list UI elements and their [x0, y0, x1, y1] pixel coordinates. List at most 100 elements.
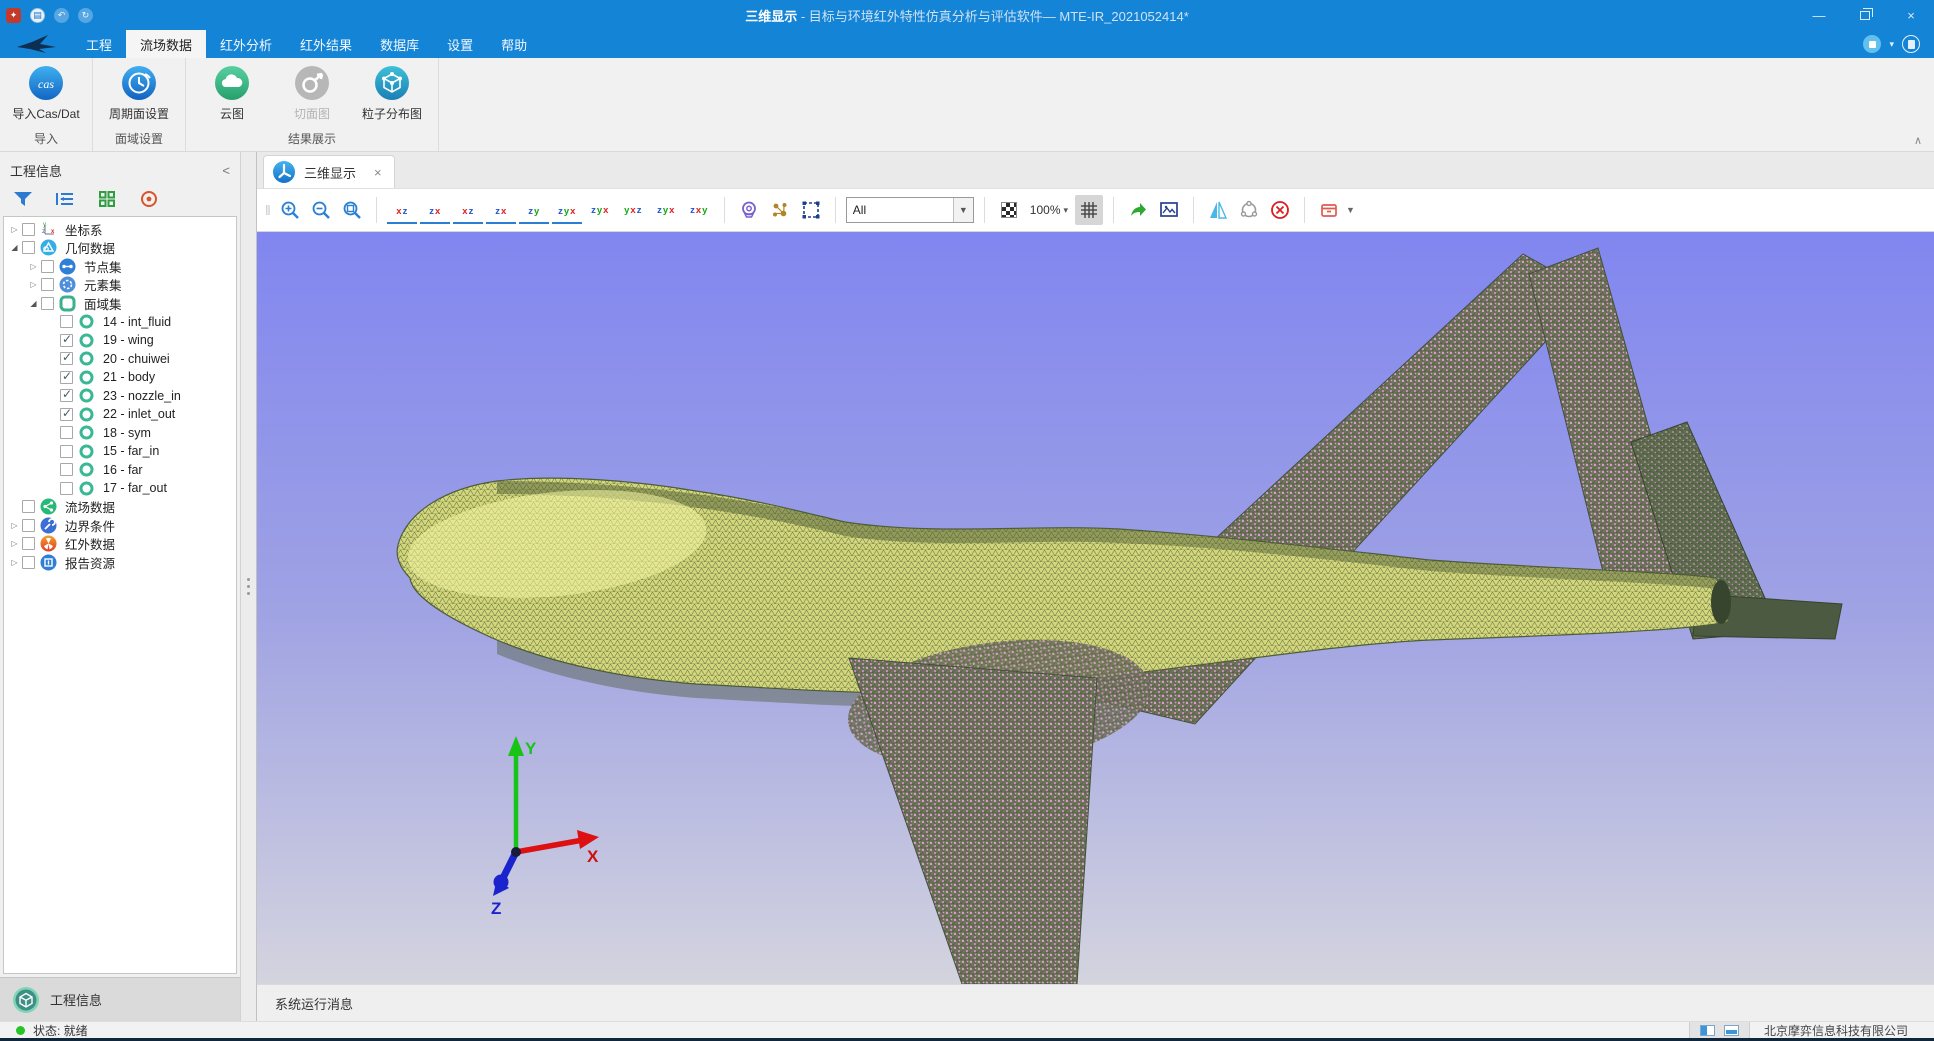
menu-item-帮助[interactable]: 帮助 [487, 30, 541, 58]
toolbar-drag-handle[interactable]: ‖ [265, 202, 269, 218]
panel-collapse-button[interactable]: < [222, 163, 230, 178]
close-button[interactable]: × [1888, 0, 1934, 30]
tree-row[interactable]: ▷节点集 [4, 257, 236, 276]
zoom-level-dropdown[interactable]: 100%▾ [1026, 203, 1072, 217]
tree-row[interactable]: ◢几何数据 [4, 239, 236, 258]
view-orientation-zx-icon[interactable]: zx [420, 196, 450, 224]
tree-row[interactable]: 23 - nozzle_in [4, 387, 236, 406]
remove-red-icon[interactable] [1266, 195, 1294, 225]
tree-expander-icon[interactable]: ◢ [27, 299, 40, 308]
redo-icon[interactable]: ↻ [78, 8, 93, 23]
zoom-in-icon[interactable] [276, 195, 304, 225]
tree-expander-icon[interactable]: ◢ [8, 243, 21, 252]
panel-footer-project-info[interactable]: 工程信息 [0, 977, 240, 1021]
tree-expander-icon[interactable]: ▷ [27, 262, 40, 271]
dropdown-caret-icon[interactable]: ▾ [1889, 39, 1894, 50]
tree-checkbox[interactable] [60, 463, 73, 476]
tab-3d-display[interactable]: 三维显示 × [263, 155, 395, 188]
tab-close-icon[interactable]: × [374, 165, 382, 180]
menu-item-数据库[interactable]: 数据库 [366, 30, 433, 58]
tree-checkbox[interactable] [60, 315, 73, 328]
tree-checkbox[interactable] [22, 241, 35, 254]
tree-expander-icon[interactable]: ▷ [27, 280, 40, 289]
tree-checkbox[interactable] [60, 445, 73, 458]
tree-row[interactable]: 16 - far [4, 461, 236, 480]
rotate-center-icon[interactable] [1235, 195, 1263, 225]
tree-row[interactable]: 22 - inlet_out [4, 405, 236, 424]
tree-row[interactable]: 流场数据 [4, 498, 236, 517]
tree-row[interactable]: ▷元素集 [4, 276, 236, 295]
ribbon-button-周期面设置[interactable]: 周期面设置 [101, 63, 177, 122]
view-orientation-zyx-icon[interactable]: zyx [651, 196, 681, 224]
tree-checkbox[interactable] [41, 278, 54, 291]
zoom-out-icon[interactable] [307, 195, 335, 225]
help-book-icon[interactable] [1902, 35, 1920, 53]
ribbon-collapse-icon[interactable]: ∧ [1914, 134, 1922, 147]
tree-checkbox[interactable] [22, 519, 35, 532]
new-document-icon[interactable]: ▤ [30, 8, 45, 23]
view-orientation-xz-icon[interactable]: xz [453, 196, 483, 224]
tree-checkbox[interactable] [60, 389, 73, 402]
tree-row[interactable]: ◢面域集 [4, 294, 236, 313]
tree-row[interactable]: 15 - far_in [4, 442, 236, 461]
target-icon[interactable] [138, 188, 160, 210]
tree-expander-icon[interactable]: ▷ [8, 521, 21, 530]
view-orientation-yxz-icon[interactable]: yxz [618, 196, 648, 224]
package-icon[interactable] [1315, 195, 1343, 225]
tree-row[interactable]: ▷yzx坐标系 [4, 220, 236, 239]
view-orientation-zx-icon[interactable]: zx [486, 196, 516, 224]
package-caret-icon[interactable]: ▼ [1346, 205, 1355, 215]
grid-squares-icon[interactable] [96, 188, 118, 210]
tree-checkbox[interactable] [60, 371, 73, 384]
tree-checkbox[interactable] [41, 297, 54, 310]
tree-checkbox[interactable] [60, 334, 73, 347]
tree-checkbox[interactable] [60, 482, 73, 495]
tree-row[interactable]: ▷报告资源 [4, 553, 236, 572]
tree-row[interactable]: 17 - far_out [4, 479, 236, 498]
view-orientation-zyx-icon[interactable]: zyx [585, 196, 615, 224]
tree-row[interactable]: 18 - sym [4, 424, 236, 443]
view-orientation-zxy-icon[interactable]: zxy [684, 196, 714, 224]
explode-icon[interactable] [766, 195, 794, 225]
tree-row[interactable]: ▷红外数据 [4, 535, 236, 554]
view-orientation-xz-icon[interactable]: xz [387, 196, 417, 224]
tree-checkbox[interactable] [22, 223, 35, 236]
mirror-icon[interactable] [1204, 195, 1232, 225]
snapshot-icon[interactable] [1155, 195, 1183, 225]
tree-expander-icon[interactable]: ▷ [8, 539, 21, 548]
ribbon-button-粒子分布图[interactable]: 粒子分布图 [354, 63, 430, 122]
view-orientation-zyx-icon[interactable]: zyx [552, 196, 582, 224]
tree-row[interactable]: 20 - chuiwei [4, 350, 236, 369]
viewport-3d[interactable]: Y X Z [257, 232, 1934, 984]
undo-icon[interactable]: ↶ [54, 8, 69, 23]
select-rect-icon[interactable] [797, 195, 825, 225]
tree-checkbox[interactable] [41, 260, 54, 273]
tree-checkbox[interactable] [22, 537, 35, 550]
zoom-fit-icon[interactable] [338, 195, 366, 225]
export-arrow-icon[interactable] [1124, 195, 1152, 225]
transparency-checker-icon[interactable] [995, 195, 1023, 225]
tree-expander-icon[interactable]: ▷ [8, 225, 21, 234]
dropdown-arrow-icon[interactable]: ▼ [953, 198, 973, 222]
tree-checkbox[interactable] [60, 408, 73, 421]
tree-row[interactable]: 19 - wing [4, 331, 236, 350]
menu-item-红外结果[interactable]: 红外结果 [286, 30, 366, 58]
layout-left-panel-icon[interactable] [1700, 1025, 1715, 1036]
tree-row[interactable]: 14 - int_fluid [4, 313, 236, 332]
ribbon-button-云图[interactable]: 云图 [194, 63, 270, 122]
list-indent-icon[interactable] [54, 188, 76, 210]
menu-item-流场数据[interactable]: 流场数据 [126, 30, 206, 58]
menu-item-设置[interactable]: 设置 [433, 30, 487, 58]
menu-item-红外分析[interactable]: 红外分析 [206, 30, 286, 58]
tree-checkbox[interactable] [22, 556, 35, 569]
tree-row[interactable]: ▷边界条件 [4, 516, 236, 535]
menu-item-工程[interactable]: 工程 [72, 30, 126, 58]
tree-expander-icon[interactable]: ▷ [8, 558, 21, 567]
display-filter-dropdown[interactable]: All▼ [846, 197, 974, 223]
filter-icon[interactable] [12, 188, 34, 210]
tree-checkbox[interactable] [22, 500, 35, 513]
tree-row[interactable]: 21 - body [4, 368, 236, 387]
tree-checkbox[interactable] [60, 426, 73, 439]
view-orientation-zy-icon[interactable]: zy [519, 196, 549, 224]
theme-circle-icon[interactable] [1863, 35, 1881, 53]
